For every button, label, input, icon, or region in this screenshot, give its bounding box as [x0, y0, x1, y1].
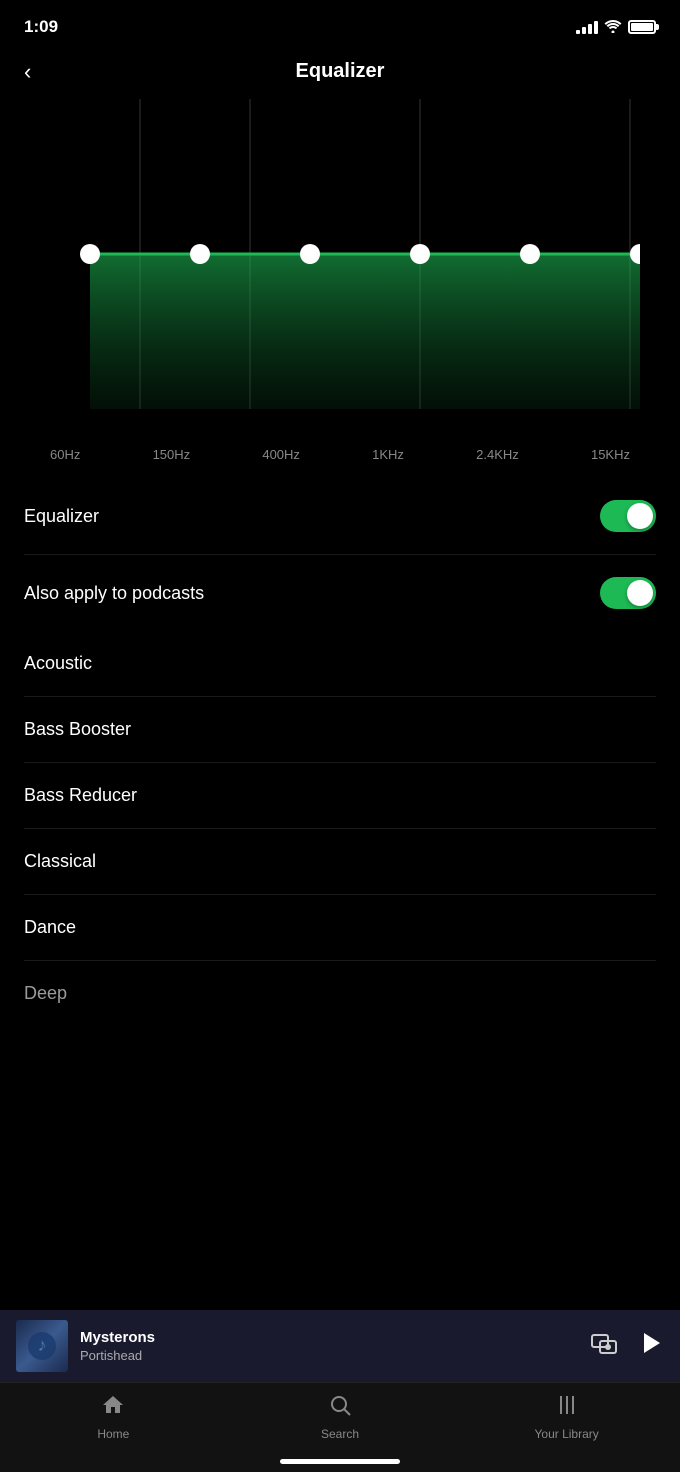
- status-time: 1:09: [24, 17, 58, 37]
- nav-home[interactable]: Home: [73, 1393, 153, 1441]
- home-icon: [101, 1393, 125, 1423]
- album-art-icon: ♪: [27, 1331, 57, 1361]
- nav-search-label: Search: [321, 1427, 359, 1441]
- track-artist: Portishead: [80, 1348, 578, 1363]
- equalizer-toggle-row: Equalizer: [24, 478, 656, 555]
- freq-400hz: 400Hz: [262, 447, 300, 462]
- preset-deep[interactable]: Deep: [24, 961, 656, 1026]
- preset-acoustic[interactable]: Acoustic: [24, 631, 656, 697]
- freq-150hz: 150Hz: [153, 447, 191, 462]
- track-name: Mysterons: [80, 1329, 578, 1346]
- podcasts-toggle[interactable]: [600, 577, 656, 609]
- equalizer-toggle-knob: [627, 503, 653, 529]
- header: ‹ Equalizer: [0, 50, 680, 99]
- equalizer-label: Equalizer: [24, 506, 99, 527]
- back-button[interactable]: ‹: [24, 59, 31, 85]
- home-indicator: [280, 1459, 400, 1464]
- podcasts-label: Also apply to podcasts: [24, 583, 204, 604]
- equalizer-toggle[interactable]: [600, 500, 656, 532]
- freq-2-4khz: 2.4KHz: [476, 447, 519, 462]
- page-title: Equalizer: [296, 60, 385, 83]
- search-icon: [328, 1393, 352, 1423]
- eq-frequency-labels: 60Hz 150Hz 400Hz 1KHz 2.4KHz 15KHz: [40, 447, 640, 462]
- preset-bass-booster[interactable]: Bass Booster: [24, 697, 656, 763]
- freq-15khz: 15KHz: [591, 447, 630, 462]
- wifi-icon: [604, 19, 622, 36]
- nav-home-label: Home: [97, 1427, 129, 1441]
- freq-1khz: 1KHz: [372, 447, 404, 462]
- podcasts-toggle-row: Also apply to podcasts: [24, 555, 656, 631]
- now-playing-controls: [590, 1329, 664, 1363]
- preset-dance[interactable]: Dance: [24, 895, 656, 961]
- preset-list: Acoustic Bass Booster Bass Reducer Class…: [0, 631, 680, 1026]
- status-bar: 1:09: [0, 0, 680, 50]
- eq-graph-container: 60Hz 150Hz 400Hz 1KHz 2.4KHz 15KHz: [0, 99, 680, 462]
- play-button[interactable]: [638, 1330, 664, 1362]
- album-art: ♪: [16, 1320, 68, 1372]
- battery-icon: [628, 20, 656, 34]
- freq-60hz: 60Hz: [50, 447, 80, 462]
- settings-section: Equalizer Also apply to podcasts: [0, 478, 680, 631]
- eq-svg: [40, 99, 640, 439]
- eq-canvas[interactable]: [40, 99, 640, 439]
- preset-bass-reducer[interactable]: Bass Reducer: [24, 763, 656, 829]
- nav-library-label: Your Library: [535, 1427, 599, 1441]
- status-icons: [576, 19, 656, 36]
- library-icon: [555, 1393, 579, 1423]
- device-connect-icon[interactable]: [590, 1329, 618, 1363]
- svg-text:♪: ♪: [38, 1335, 47, 1355]
- track-info: Mysterons Portishead: [80, 1329, 578, 1363]
- now-playing-bar[interactable]: ♪ Mysterons Portishead: [0, 1310, 680, 1382]
- preset-classical[interactable]: Classical: [24, 829, 656, 895]
- nav-search[interactable]: Search: [300, 1393, 380, 1441]
- nav-library[interactable]: Your Library: [527, 1393, 607, 1441]
- podcasts-toggle-knob: [627, 580, 653, 606]
- signal-icon: [576, 20, 598, 34]
